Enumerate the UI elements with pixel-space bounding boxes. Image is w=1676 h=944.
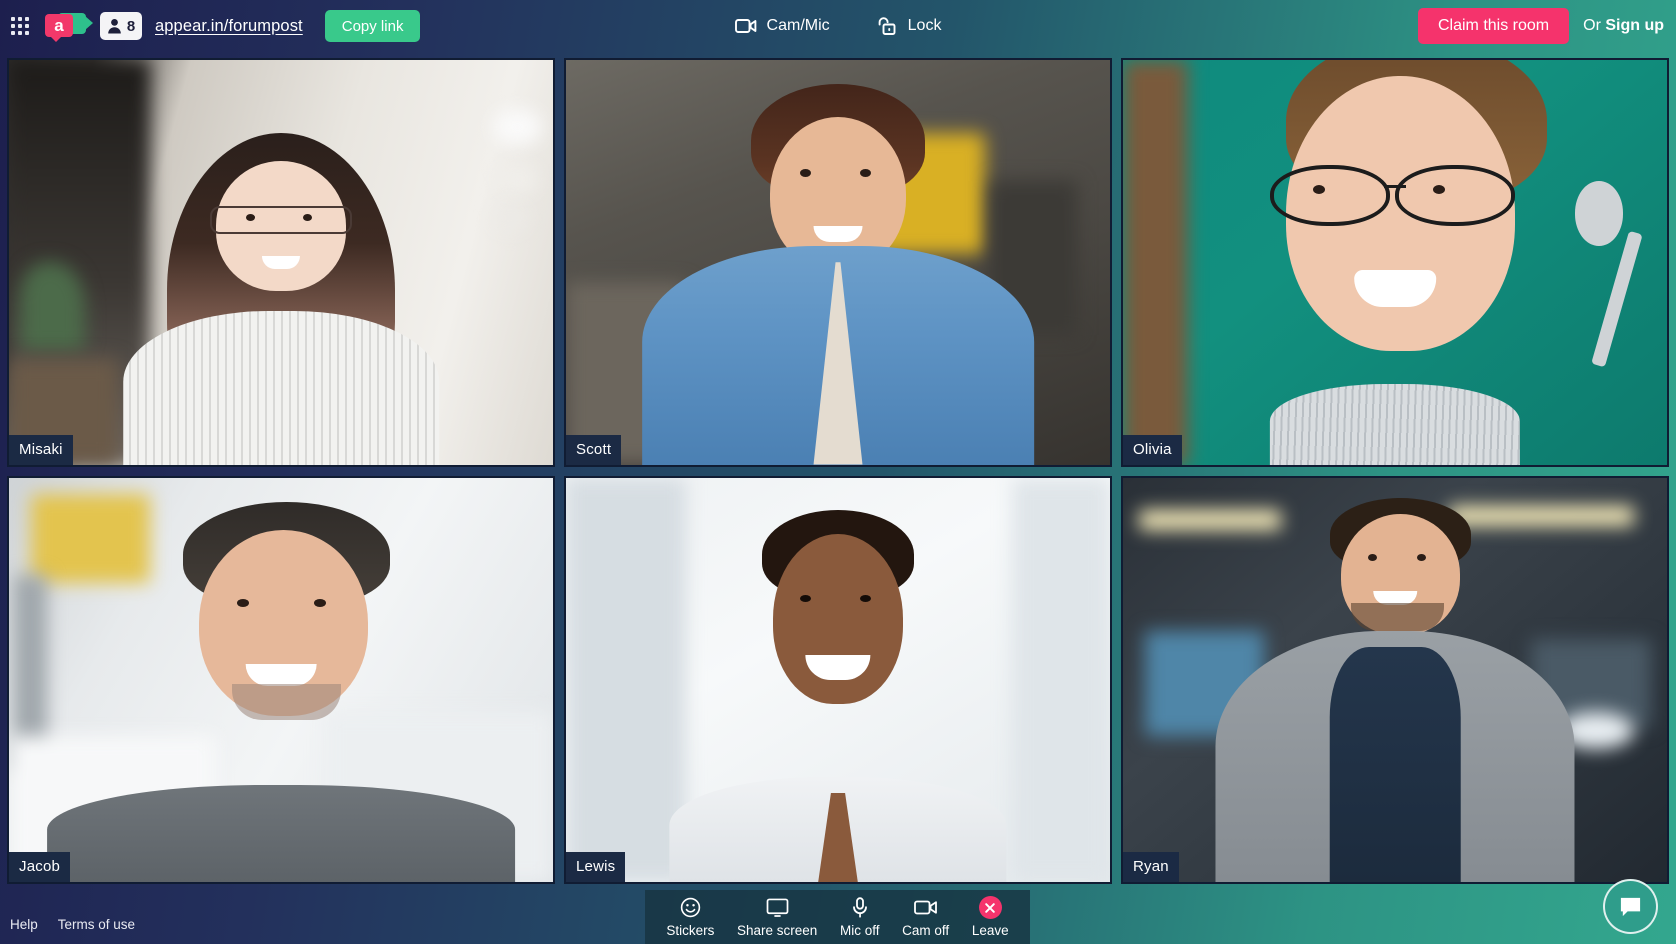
lock-room-button[interactable]: Lock bbox=[876, 16, 942, 36]
appear-in-video-call-app: a 8 appear.in/forumpost Copy link Cam/Mi… bbox=[0, 0, 1676, 944]
chat-bubble-icon bbox=[1620, 897, 1641, 916]
room-url-link[interactable]: appear.in/forumpost bbox=[155, 17, 303, 36]
mic-off-label: Mic off bbox=[839, 922, 880, 938]
share-screen-button[interactable]: Share screen bbox=[737, 897, 817, 938]
video-frame bbox=[9, 60, 553, 465]
participant-count-badge[interactable]: 8 bbox=[100, 12, 142, 40]
participant-name-label: Scott bbox=[566, 434, 622, 465]
share-screen-label: Share screen bbox=[737, 922, 818, 938]
video-tile-misaki[interactable]: Misaki bbox=[7, 58, 555, 467]
grid-apps-icon[interactable] bbox=[8, 14, 32, 38]
close-x-circle-icon bbox=[978, 896, 1002, 920]
header-left-group: a 8 appear.in/forumpost Copy link bbox=[0, 10, 421, 42]
cam-off-label: Cam off bbox=[902, 922, 950, 938]
stickers-button[interactable]: Stickers bbox=[666, 897, 714, 938]
video-frame bbox=[566, 477, 1110, 882]
video-camera-icon bbox=[734, 19, 756, 33]
participant-name-label: Ryan bbox=[1123, 852, 1179, 882]
logo-bubble-shape: a bbox=[45, 14, 73, 42]
call-toolbar: Stickers Share screen Mic off Cam off Le… bbox=[645, 890, 1030, 944]
video-tile-olivia[interactable]: Olivia bbox=[1121, 58, 1669, 467]
smiley-face-icon bbox=[680, 897, 701, 919]
participant-name-label: Jacob bbox=[9, 852, 71, 882]
or-label: Or bbox=[1583, 17, 1606, 34]
person-icon bbox=[108, 19, 121, 34]
logo-letter: a bbox=[54, 16, 64, 35]
app-footer: Help Terms of use Stickers Share screen … bbox=[0, 879, 1676, 944]
video-tile-jacob[interactable]: Jacob bbox=[7, 475, 555, 884]
lock-label: Lock bbox=[907, 17, 942, 34]
microphone-icon bbox=[852, 897, 868, 919]
appear-in-logo-icon[interactable]: a bbox=[45, 11, 93, 42]
participant-name-label: Misaki bbox=[9, 434, 73, 465]
leave-label: Leave bbox=[971, 922, 1009, 938]
monitor-icon bbox=[766, 897, 789, 919]
mic-off-button[interactable]: Mic off bbox=[839, 897, 880, 938]
signup-link[interactable]: Or Sign up bbox=[1583, 17, 1664, 35]
signup-label: Sign up bbox=[1605, 17, 1664, 34]
participant-name-label: Lewis bbox=[566, 852, 626, 882]
terms-of-use-link[interactable]: Terms of use bbox=[58, 917, 135, 932]
participant-count-value: 8 bbox=[126, 17, 136, 35]
video-camera-icon bbox=[913, 897, 938, 919]
claim-room-button[interactable]: Claim this room bbox=[1417, 8, 1570, 44]
participant-name-label: Olivia bbox=[1123, 434, 1182, 465]
video-tile-lewis[interactable]: Lewis bbox=[564, 475, 1112, 884]
leave-call-button[interactable]: Leave bbox=[971, 896, 1009, 938]
stickers-label: Stickers bbox=[666, 922, 715, 938]
video-frame bbox=[1123, 59, 1667, 465]
video-frame bbox=[1123, 477, 1667, 882]
video-grid: Misaki Scott Olivia Jacob Lewis Ryan bbox=[0, 52, 1676, 890]
video-frame bbox=[566, 60, 1110, 465]
unlocked-padlock-icon bbox=[878, 17, 896, 35]
chat-toggle-button[interactable] bbox=[1603, 879, 1658, 934]
app-header: a 8 appear.in/forumpost Copy link Cam/Mi… bbox=[0, 0, 1676, 52]
footer-links: Help Terms of use bbox=[10, 917, 135, 932]
video-frame bbox=[9, 477, 553, 882]
header-right-group: Claim this room Or Sign up bbox=[1417, 8, 1676, 44]
copy-link-button[interactable]: Copy link bbox=[324, 10, 421, 42]
cam-mic-label: Cam/Mic bbox=[766, 17, 830, 34]
cam-mic-settings-button[interactable]: Cam/Mic bbox=[734, 17, 830, 35]
video-tile-ryan[interactable]: Ryan bbox=[1121, 475, 1669, 884]
help-link[interactable]: Help bbox=[10, 917, 38, 932]
video-tile-scott[interactable]: Scott bbox=[564, 58, 1112, 467]
cam-off-button[interactable]: Cam off bbox=[902, 897, 949, 938]
